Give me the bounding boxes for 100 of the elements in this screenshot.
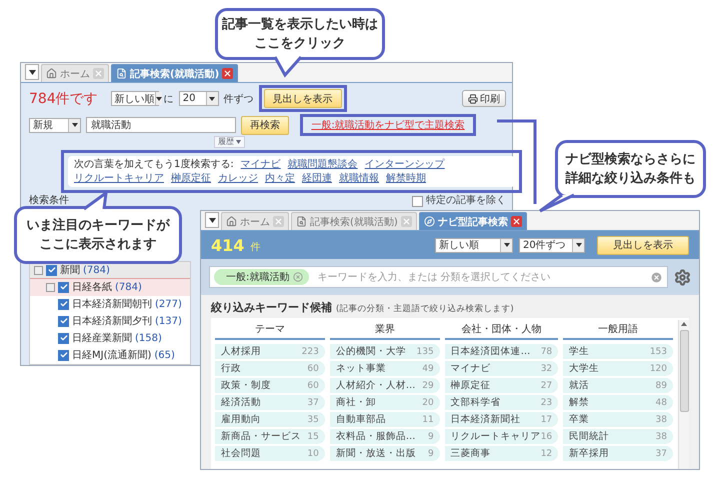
keyword-item[interactable]: 行政 60	[215, 361, 325, 376]
keyword-item[interactable]: 榊原定征 27	[444, 378, 558, 393]
tab[interactable]: ホーム	[41, 64, 109, 82]
keyword-item[interactable]: 自動車部品 11	[330, 412, 440, 427]
tab[interactable]: 記事検索(就職活動)	[291, 212, 417, 230]
suggestion-link[interactable]: マイナビ	[240, 158, 281, 171]
clear-icon[interactable]	[650, 270, 663, 284]
keyword-item[interactable]: 卒業 38	[563, 412, 673, 427]
checkbox[interactable]	[58, 350, 69, 360]
suggestion-link[interactable]: 榊原定征	[171, 172, 211, 185]
history-button[interactable]: 履歴	[214, 136, 245, 148]
per-suffix: 件ずつ	[224, 92, 254, 106]
keyword-item[interactable]: 社会問題 10	[215, 446, 325, 461]
keyword-item[interactable]: 民間統計 38	[563, 429, 673, 444]
panel-title: 絞り込みキーワード候補	[211, 300, 332, 315]
count-link[interactable]: (277)	[155, 298, 182, 310]
sort-dropdown[interactable]: 新しい順	[110, 91, 159, 106]
dropdown-arrow-icon	[156, 96, 162, 100]
count-link[interactable]: (158)	[135, 332, 162, 344]
keyword-search-field[interactable]: 一般:就職活動 キーワードを入力、または 分類を選択してください	[209, 266, 668, 288]
suggestion-link[interactable]: 内々定	[265, 172, 295, 185]
keyword-item[interactable]: ネット事業 49	[330, 361, 440, 376]
keyword-item[interactable]: 衣料品・服飾品… 9	[330, 429, 440, 444]
count-link[interactable]: (784)	[83, 264, 110, 276]
caret-icon	[236, 140, 241, 144]
suggestion-link[interactable]: リクルートキャリア	[74, 172, 164, 185]
count-link[interactable]: (784)	[115, 282, 142, 292]
suggestion-link[interactable]: 経団連	[302, 172, 332, 185]
tree-label: 日本経済新聞夕刊	[72, 314, 152, 328]
research-button[interactable]: 再検索	[241, 116, 289, 134]
tab[interactable]: ホーム	[221, 212, 289, 230]
tab-menu-icon[interactable]	[25, 64, 39, 80]
keyword-chip[interactable]: 一般:就職活動	[214, 269, 310, 285]
keyword-item[interactable]: 日本経済新聞社 17	[444, 412, 558, 427]
per-page-dropdown[interactable]: 20	[178, 91, 219, 106]
count-link[interactable]: (65)	[154, 350, 175, 360]
settings-icon[interactable]	[674, 268, 691, 286]
count-unit: 件	[250, 241, 260, 254]
keyword-item[interactable]: 大学生 120	[563, 361, 673, 376]
tab-menu-icon[interactable]	[205, 212, 219, 228]
keyword-item[interactable]: 文部科学省 23	[444, 395, 558, 410]
tree-label: 日経各紙	[72, 281, 112, 294]
checkbox[interactable]	[58, 332, 69, 344]
suggestion-label: 次の言葉を加えてもう1度検索する:	[74, 158, 234, 171]
suggestion-link[interactable]: 就職情報	[339, 172, 379, 185]
close-icon[interactable]	[222, 68, 234, 79]
tree-label: 日経MJ(流通新聞)	[72, 348, 152, 362]
keyword-item[interactable]: マイナビ 32	[444, 361, 558, 376]
print-button[interactable]: 印刷	[462, 90, 506, 107]
column-header: 一般用語	[563, 320, 673, 340]
tree-row[interactable]: 日経各紙 (784)	[30, 279, 190, 296]
keyword-item[interactable]: 人材採用 223	[215, 344, 325, 359]
checkbox[interactable]	[412, 196, 423, 206]
tree-label: 日本経済新聞朝刊	[72, 298, 152, 311]
sort-dropdown[interactable]: 新しい順	[435, 238, 513, 252]
keyword-item[interactable]: リクルートキャリア 16	[444, 429, 558, 444]
close-icon[interactable]	[510, 216, 522, 227]
tree-label: 新聞	[60, 264, 80, 277]
panel-note: (記事の分類・主題語で絞り込み検索します)	[336, 303, 514, 315]
per-label: に	[164, 92, 174, 106]
checkbox[interactable]	[58, 298, 69, 310]
suggestion-link[interactable]: 就職問題懇談会	[288, 158, 358, 171]
checkbox[interactable]	[58, 282, 69, 292]
keyword-item[interactable]: 雇用動向 35	[215, 412, 325, 427]
result-count: 414	[211, 236, 244, 254]
per-page-dropdown[interactable]: 20件ずつ	[519, 238, 585, 252]
keyword-item[interactable]: 学生 153	[563, 344, 673, 359]
callout-text: いま注目のキーワードが ここに表示されます	[26, 216, 170, 254]
keyword-item[interactable]: 解禁 48	[563, 395, 673, 410]
scrollbar[interactable]	[678, 320, 689, 469]
suggestion-link[interactable]: 解禁時期	[386, 172, 426, 185]
keyword-item[interactable]: 三菱商事 12	[444, 446, 558, 461]
keyword-item[interactable]: 就活 89	[563, 378, 673, 393]
remove-icon	[293, 272, 304, 282]
show-headlines-button[interactable]: 見出しを表示	[264, 89, 342, 108]
callout-text: 記事一覧を表示したい時は ここをクリック	[222, 16, 378, 53]
suggestion-link[interactable]: カレッジ	[218, 172, 258, 185]
keyword-item[interactable]: 公的機関・大学 135	[330, 344, 440, 359]
conditions-label: 検索条件	[29, 195, 69, 207]
keyword-item[interactable]: 経済活動 37	[215, 395, 325, 410]
exclude-label: 特定の記事を除く	[426, 195, 506, 207]
count-link[interactable]: (137)	[155, 316, 182, 326]
keyword-item[interactable]: 新聞・放送・出版 9	[330, 446, 440, 461]
suggestion-link[interactable]: インターンシップ	[364, 158, 445, 171]
compass-icon	[424, 216, 435, 227]
keyword-item[interactable]: 商社・卸 20	[330, 395, 440, 410]
search-field[interactable]: 就職活動	[86, 117, 236, 133]
checkbox[interactable]	[46, 264, 57, 276]
column-header: テーマ	[215, 320, 325, 340]
callout-text: ナビ型検索ならさらに 詳細な絞り込み条件も	[566, 150, 696, 188]
keyword-item[interactable]: 政策・制度 60	[215, 378, 325, 393]
dropdown-arrow-icon	[504, 243, 510, 247]
show-headlines-button[interactable]: 見出しを表示	[597, 236, 689, 254]
keyword-item[interactable]: 日本経済団体連… 78	[444, 344, 558, 359]
keyword-item[interactable]: 人材紹介・人材… 29	[330, 378, 440, 393]
checkbox[interactable]	[58, 316, 69, 326]
mode-dropdown[interactable]: 新規	[29, 118, 81, 132]
keyword-item[interactable]: 新卒採用 37	[563, 446, 673, 461]
keyword-item[interactable]: 新商品・サービス 15	[215, 429, 325, 444]
navi-search-link[interactable]: 一般:就職活動をナビ型で主題検索	[311, 118, 465, 132]
